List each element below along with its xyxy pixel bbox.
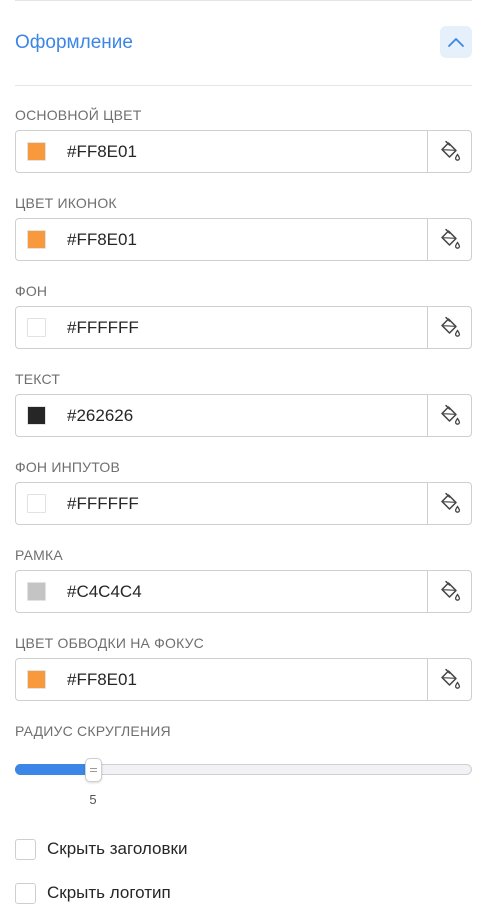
color-swatch[interactable]: [27, 230, 46, 249]
color-value[interactable]: #FF8E01: [67, 142, 137, 162]
section-header[interactable]: Оформление: [15, 24, 472, 60]
field-label-background: ФОН: [15, 283, 48, 299]
color-picker-button[interactable]: [427, 219, 471, 260]
radius-slider-thumb[interactable]: [85, 758, 102, 782]
field-label-main-color: ОСНОВНОЙ ЦВЕТ: [15, 107, 142, 123]
radius-slider-fill: [15, 764, 93, 775]
color-picker-button[interactable]: [427, 571, 471, 612]
color-field-focus-outline[interactable]: #FF8E01: [15, 658, 472, 701]
hide-headings-label[interactable]: Скрыть заголовки: [47, 839, 187, 859]
color-swatch[interactable]: [27, 670, 46, 689]
chevron-up-icon: [448, 38, 464, 47]
field-label-input-background: ФОН ИНПУТОВ: [15, 459, 121, 475]
paint-bucket-icon: [440, 404, 460, 425]
header-divider: [15, 85, 472, 86]
field-label-text: ТЕКСТ: [15, 371, 61, 387]
color-field-input-background[interactable]: #FFFFFF: [15, 482, 472, 525]
paint-bucket-icon: [440, 492, 460, 513]
top-divider: [15, 0, 472, 1]
color-swatch[interactable]: [27, 406, 46, 425]
field-label-icon-color: ЦВЕТ ИКОНОК: [15, 195, 117, 211]
color-value[interactable]: #FFFFFF: [67, 494, 139, 514]
color-field-main-color[interactable]: #FF8E01: [15, 130, 472, 173]
paint-bucket-icon: [440, 580, 460, 601]
color-value[interactable]: #FF8E01: [67, 230, 137, 250]
section-title: Оформление: [15, 32, 133, 53]
paint-bucket-icon: [440, 140, 460, 161]
paint-bucket-icon: [440, 668, 460, 689]
hide-logo-label[interactable]: Скрыть логотип: [47, 883, 171, 903]
radius-label: РАДИУС СКРУГЛЕНИЯ: [15, 723, 171, 739]
color-picker-button[interactable]: [427, 659, 471, 700]
paint-bucket-icon: [440, 316, 460, 337]
color-field-background[interactable]: #FFFFFF: [15, 306, 472, 349]
color-value[interactable]: #262626: [67, 406, 133, 426]
color-picker-button[interactable]: [427, 307, 471, 348]
color-field-text[interactable]: #262626: [15, 394, 472, 437]
color-picker-button[interactable]: [427, 395, 471, 436]
color-swatch[interactable]: [27, 582, 46, 601]
color-swatch[interactable]: [27, 494, 46, 513]
collapse-button[interactable]: [440, 26, 472, 58]
radius-value: 5: [89, 792, 97, 807]
color-value[interactable]: #C4C4C4: [67, 582, 142, 602]
color-picker-button[interactable]: [427, 131, 471, 172]
color-value[interactable]: #FFFFFF: [67, 318, 139, 338]
color-picker-button[interactable]: [427, 483, 471, 524]
hide-logo-checkbox[interactable]: [15, 883, 36, 904]
color-field-border[interactable]: #C4C4C4: [15, 570, 472, 613]
paint-bucket-icon: [440, 228, 460, 249]
color-swatch[interactable]: [27, 318, 46, 337]
color-field-icon-color[interactable]: #FF8E01: [15, 218, 472, 261]
color-swatch[interactable]: [27, 142, 46, 161]
field-label-border: РАМКА: [15, 547, 63, 563]
hide-headings-checkbox[interactable]: [15, 839, 36, 860]
field-label-focus-outline: ЦВЕТ ОБВОДКИ НА ФОКУС: [15, 635, 204, 651]
color-value[interactable]: #FF8E01: [67, 670, 137, 690]
